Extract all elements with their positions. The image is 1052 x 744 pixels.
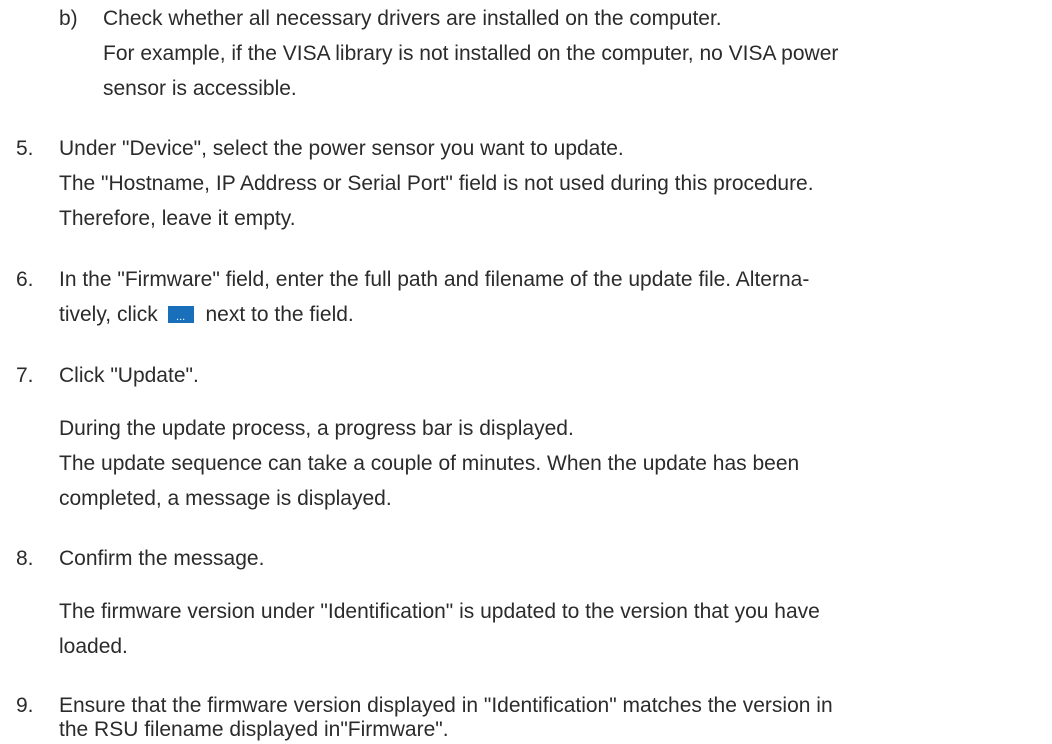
step-8-line-2: The firmware version under "Identificati… <box>59 600 820 623</box>
step-6-line-1: In the "Firmware" field, enter the full … <box>59 268 810 291</box>
step-7-line-3: The update sequence can take a couple of… <box>59 452 800 475</box>
step-9-marker: 9. <box>16 694 34 717</box>
document-page: { "sub_b": { "marker": "b)", "lines": [ … <box>0 0 1052 741</box>
step-5-line-1: Under "Device", select the power sensor … <box>59 137 624 160</box>
substep-b-line-3: sensor is accessible. <box>103 77 297 100</box>
step-5-line-2: The "Hostname, IP Address or Serial Port… <box>59 172 814 195</box>
step-9-line-2: the RSU filename displayed in"Firmware". <box>59 718 449 741</box>
substep-b-line-2: For example, if the VISA library is not … <box>103 42 839 65</box>
step-7-line-2: During the update process, a progress ba… <box>59 417 574 440</box>
step-6-line-2: tively, click next to the field. <box>59 301 354 329</box>
substep-b-line-1: Check whether all necessary drivers are … <box>103 7 722 30</box>
step-5-marker: 5. <box>16 137 34 160</box>
step-7-line-1: Click "Update". <box>59 364 199 387</box>
step-5-line-3: Therefore, leave it empty. <box>59 207 296 230</box>
step-6-line-2-after: next to the field. <box>205 303 354 326</box>
step-8-marker: 8. <box>16 547 34 570</box>
browse-ellipsis-icon <box>167 306 194 323</box>
step-8-line-1: Confirm the message. <box>59 547 265 570</box>
step-7-marker: 7. <box>16 364 34 387</box>
substep-b-marker: b) <box>59 7 78 30</box>
step-8-line-3: loaded. <box>59 635 128 658</box>
step-6-line-2-before: tively, click <box>59 303 158 326</box>
step-7-line-4: completed, a message is displayed. <box>59 487 392 510</box>
step-6-marker: 6. <box>16 268 34 291</box>
